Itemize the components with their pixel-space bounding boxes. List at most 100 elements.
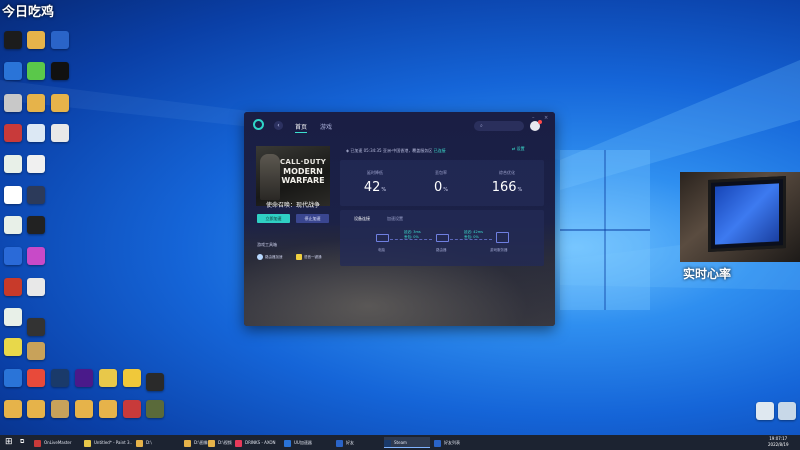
desktop-shortcut-icon[interactable] xyxy=(99,369,117,387)
heart-rate-label: 实时心率 xyxy=(683,267,732,281)
tab-games[interactable]: 游戏 xyxy=(320,122,332,131)
minimize-icon[interactable]: – xyxy=(532,115,535,121)
cover-title-line2: MODERN WARFARE xyxy=(281,167,325,185)
taskbar-item-label: UU加速器 xyxy=(294,440,312,445)
desktop-shortcut-icon[interactable] xyxy=(4,186,22,204)
desktop-shortcut-icon[interactable] xyxy=(27,216,45,234)
taskbar-item[interactable]: D:\视频 xyxy=(208,437,232,448)
desktop-shortcut-icon[interactable] xyxy=(4,94,22,112)
router-device-icon xyxy=(436,234,449,242)
taskbar-clock[interactable]: 19:07:17 2022/8/19 xyxy=(768,436,789,448)
desktop-shortcut-icon[interactable] xyxy=(4,338,22,356)
status-state: 已连接 xyxy=(433,148,446,153)
desktop-shortcut-icon[interactable] xyxy=(4,155,22,173)
desktop-shortcut-icon[interactable] xyxy=(4,247,22,265)
taskbar-item-label: OnLiveMaster xyxy=(44,440,72,445)
desktop-shortcut-icon[interactable] xyxy=(4,31,22,49)
desktop-shortcut-icon[interactable] xyxy=(51,400,69,418)
taskbar-item-label: Steam xyxy=(394,440,407,445)
desktop-shortcut-icon[interactable] xyxy=(75,369,93,387)
computer-icon xyxy=(376,234,389,242)
clock-date: 2022/8/19 xyxy=(768,442,789,447)
desktop-shortcut-icon[interactable] xyxy=(27,155,45,173)
taskbar-app-icon xyxy=(235,439,242,447)
desktop-shortcut-icon[interactable] xyxy=(27,62,45,80)
title-bar: ‹ 首页 游戏 ⌕ – × xyxy=(244,112,555,138)
desktop-shortcut-icon[interactable] xyxy=(756,402,774,420)
search-input[interactable]: ⌕ xyxy=(474,121,524,131)
desktop-shortcut-icon[interactable] xyxy=(27,400,45,418)
subtab-settings[interactable]: 加速设置 xyxy=(387,216,403,222)
taskbar-item[interactable]: 好友 xyxy=(336,437,380,448)
desktop-shortcut-icon[interactable] xyxy=(4,124,22,142)
device-server-label: 游戏服务器 xyxy=(490,248,508,252)
taskbar-item[interactable]: OnLiveMaster xyxy=(34,437,82,448)
desktop-shortcut-icon[interactable] xyxy=(75,400,93,418)
settings-button[interactable]: ⇄ 设置 xyxy=(512,146,525,152)
close-icon[interactable]: × xyxy=(544,115,548,121)
taskbar-app-icon xyxy=(284,439,291,447)
windows-start-icon[interactable]: ⊞ xyxy=(5,437,13,447)
taskbar-item[interactable]: Untitled* - Paint 3.. xyxy=(84,437,134,448)
game-cover[interactable]: CALL·DUTY MODERN WARFARE xyxy=(256,146,330,206)
accelerate-button[interactable]: 立即加速 xyxy=(257,214,290,223)
game-title: 使命召唤：现代战争 xyxy=(266,202,321,209)
desktop-shortcut-icon[interactable] xyxy=(27,247,45,265)
taskbar-app-icon xyxy=(84,439,91,447)
desktop-shortcut-icon[interactable] xyxy=(51,369,69,387)
server-icon xyxy=(496,232,509,243)
desktop-shortcut-icon[interactable] xyxy=(146,400,164,418)
stat-loss-value: 0% xyxy=(416,180,466,195)
taskbar-item-label: D:\视频 xyxy=(218,440,232,445)
desktop-shortcut-icon[interactable] xyxy=(27,31,45,49)
device-computer-info: 延迟: 3ms 丢包: 0% xyxy=(404,230,421,239)
desktop-shortcut-icon[interactable] xyxy=(146,373,164,391)
loss-unit: % xyxy=(443,187,449,193)
optimize-unit: % xyxy=(517,187,523,193)
toolbox-title: 游戏工具箱 xyxy=(257,242,277,247)
desktop-shortcut-icon[interactable] xyxy=(4,308,22,326)
taskbar-app-icon xyxy=(336,439,343,447)
desktop-shortcut-icon[interactable] xyxy=(27,278,45,296)
desktop-shortcut-icon[interactable] xyxy=(778,402,796,420)
taskbar-item[interactable]: UU加速器 xyxy=(284,437,332,448)
desktop-shortcut-icon[interactable] xyxy=(51,31,69,49)
taskbar-item[interactable]: Steam xyxy=(384,437,430,448)
router-icon xyxy=(257,254,263,260)
taskbar-item-label: 好友 xyxy=(346,440,354,445)
desktop-shortcut-icon[interactable] xyxy=(27,124,45,142)
desktop-shortcut-icon[interactable] xyxy=(27,342,45,360)
back-button[interactable]: ‹ xyxy=(274,121,283,130)
taskbar-item[interactable]: D:\ xyxy=(136,437,181,448)
desktop-shortcut-icon[interactable] xyxy=(4,62,22,80)
stop-button[interactable]: 停止加速 xyxy=(296,214,329,223)
desktop-shortcut-icon[interactable] xyxy=(99,400,117,418)
task-view-icon[interactable]: ⧉ xyxy=(20,438,24,446)
desktop-shortcut-icon[interactable] xyxy=(123,369,141,387)
taskbar-app-icon xyxy=(434,439,441,447)
tool-router[interactable]: 路由器加速 xyxy=(257,254,283,260)
desktop-shortcut-icon[interactable] xyxy=(4,400,22,418)
desktop-shortcut-icon[interactable] xyxy=(51,124,69,142)
taskbar-item[interactable]: DRINKS - AXON xyxy=(235,437,281,448)
desktop-shortcut-icon[interactable] xyxy=(27,186,45,204)
desktop-shortcut-icon[interactable] xyxy=(4,369,22,387)
taskbar-item[interactable]: 好友列表 xyxy=(434,437,484,448)
desktop-shortcut-icon[interactable] xyxy=(123,400,141,418)
desktop-shortcut-icon[interactable] xyxy=(51,94,69,112)
accelerator-window: ‹ 首页 游戏 ⌕ – × CALL·DUTY MODERN WARFARE 使… xyxy=(244,112,555,326)
desktop-shortcut-icon[interactable] xyxy=(27,94,45,112)
taskbar-item-label: D:\图像 xyxy=(194,440,208,445)
optimize-number: 166 xyxy=(491,180,517,195)
desktop-shortcut-icon[interactable] xyxy=(27,369,45,387)
subtab-devices[interactable]: 设备连接 xyxy=(354,216,370,222)
desktop-shortcut-icon[interactable] xyxy=(4,278,22,296)
tool-voice[interactable]: 语音一键通 xyxy=(296,254,322,260)
taskbar-item[interactable]: D:\图像 xyxy=(184,437,208,448)
tab-home[interactable]: 首页 xyxy=(295,122,308,133)
stat-latency-value: 42% xyxy=(350,180,400,195)
desktop-shortcut-icon[interactable] xyxy=(27,318,45,336)
desktop-shortcut-icon[interactable] xyxy=(4,216,22,234)
desktop-shortcut-icon[interactable] xyxy=(51,62,69,80)
settings-label: 设置 xyxy=(516,146,525,151)
